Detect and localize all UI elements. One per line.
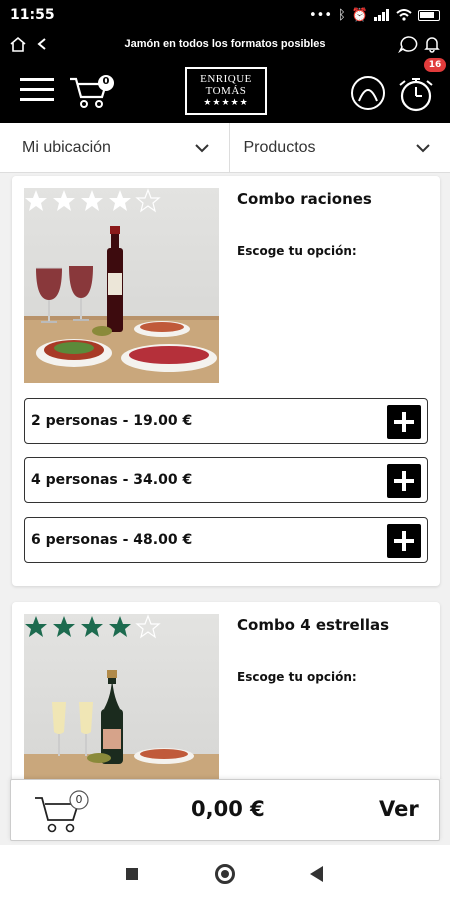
hamburger-menu-icon[interactable] bbox=[20, 78, 54, 102]
browser-title: Jamón en todos los formatos posibles bbox=[124, 37, 326, 50]
alarm-icon: ⏰ bbox=[351, 7, 368, 23]
bell-icon[interactable] bbox=[420, 33, 444, 55]
status-time: 11:55 bbox=[10, 7, 55, 23]
option-label: 2 personas - 19.00 € bbox=[31, 413, 193, 429]
dots-icon: ••• bbox=[308, 7, 332, 23]
option-row[interactable]: 4 personas - 34.00 € bbox=[24, 457, 428, 503]
rating-stars bbox=[25, 614, 161, 639]
option-label: 4 personas - 34.00 € bbox=[31, 472, 193, 488]
status-bar: 11:55 ••• ᛒ ⏰ bbox=[0, 0, 450, 30]
location-label: Mi ubicación bbox=[22, 138, 111, 156]
user-account-icon[interactable] bbox=[350, 75, 386, 111]
header-cart-button[interactable]: 0 bbox=[68, 73, 118, 109]
wifi-icon bbox=[396, 9, 412, 21]
home-button-icon[interactable] bbox=[215, 864, 235, 884]
chevron-down-icon bbox=[416, 143, 430, 152]
status-icons: ••• ᛒ ⏰ bbox=[309, 8, 440, 23]
cart-summary-count: 0 bbox=[75, 793, 83, 806]
brand-logo[interactable]: ENRIQUE TOMÁS ★★★★★ bbox=[185, 67, 267, 115]
header-cart-count: 0 bbox=[102, 76, 110, 87]
product-image[interactable] bbox=[24, 614, 219, 779]
view-cart-button[interactable]: Ver bbox=[379, 797, 419, 821]
app-header: 0 ENRIQUE TOMÁS ★★★★★ bbox=[0, 57, 450, 123]
add-icon[interactable] bbox=[387, 405, 421, 439]
product-card: Combo raciones Escoge tu opción: 2 perso… bbox=[12, 176, 440, 586]
battery-icon bbox=[418, 9, 440, 21]
cart-summary-button[interactable]: 0 bbox=[33, 788, 103, 836]
product-image[interactable] bbox=[24, 188, 219, 383]
product-title: Combo 4 estrellas bbox=[237, 616, 390, 634]
add-icon[interactable] bbox=[387, 524, 421, 558]
product-title: Combo raciones bbox=[237, 190, 372, 208]
option-prompt: Escoge tu opción: bbox=[237, 670, 357, 684]
back-arrow-icon[interactable] bbox=[30, 33, 54, 55]
product-list: Combo raciones Escoge tu opción: 2 perso… bbox=[0, 173, 450, 779]
option-row[interactable]: 6 personas - 48.00 € bbox=[24, 517, 428, 563]
timer-badge: 16 bbox=[424, 58, 446, 72]
add-icon[interactable] bbox=[387, 464, 421, 498]
cart-icon bbox=[35, 790, 89, 833]
option-row[interactable]: 2 personas - 19.00 € bbox=[24, 398, 428, 444]
star-icon bbox=[25, 190, 47, 211]
product-card: Combo 4 estrellas Escoge tu opción: bbox=[12, 602, 440, 779]
system-navbar bbox=[0, 845, 450, 900]
cart-total: 0,00 € bbox=[191, 797, 265, 821]
recents-icon[interactable] bbox=[126, 868, 138, 880]
location-dropdown[interactable]: Mi ubicación bbox=[0, 123, 229, 172]
logo-line2: TOMÁS bbox=[205, 85, 247, 97]
products-dropdown[interactable]: Productos bbox=[228, 123, 450, 172]
chat-icon[interactable] bbox=[396, 33, 420, 55]
back-icon[interactable] bbox=[310, 866, 323, 882]
bluetooth-icon: ᛒ bbox=[338, 7, 346, 23]
timer-icon[interactable] bbox=[396, 73, 436, 113]
option-label: 6 personas - 48.00 € bbox=[31, 532, 193, 548]
signal-icon bbox=[374, 9, 389, 21]
home-icon[interactable] bbox=[6, 33, 30, 55]
cart-icon bbox=[70, 75, 114, 108]
logo-stars: ★★★★★ bbox=[203, 97, 249, 107]
logo-line1: ENRIQUE bbox=[200, 73, 252, 85]
chevron-down-icon bbox=[194, 143, 209, 152]
cart-summary-bar: 0 0,00 € Ver bbox=[10, 779, 440, 841]
products-label: Productos bbox=[243, 138, 316, 156]
rating-stars bbox=[25, 188, 161, 213]
filter-bar: Mi ubicación Productos bbox=[0, 123, 450, 173]
browser-bar: Jamón en todos los formatos posibles bbox=[0, 30, 450, 57]
option-prompt: Escoge tu opción: bbox=[237, 244, 357, 258]
